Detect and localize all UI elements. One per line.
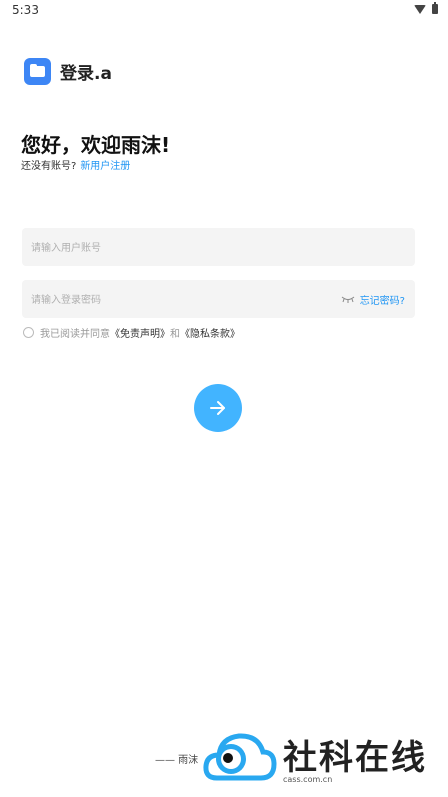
app-header: 登录.a <box>24 58 112 85</box>
login-submit-button[interactable] <box>194 384 242 432</box>
eye-closed-icon[interactable] <box>341 293 355 305</box>
agree-checkbox[interactable] <box>23 327 34 338</box>
agreement-row: 我已阅读并同意 《免责声明》 和 《隐私条款》 <box>23 325 240 340</box>
agreement-prefix: 我已阅读并同意 <box>40 329 110 340</box>
cloud-logo-icon <box>203 733 277 781</box>
arrow-right-icon <box>210 401 225 415</box>
watermark-brand: 社科在线 <box>283 738 427 778</box>
forgot-password-link[interactable]: 忘记密码? <box>360 292 405 307</box>
password-field[interactable]: 忘记密码? <box>22 280 415 320</box>
username-input[interactable] <box>29 228 333 268</box>
battery-icon <box>432 2 438 14</box>
footer-text: —— 雨沫 <box>155 755 199 766</box>
agreement-and: 和 <box>170 329 180 340</box>
status-time: 5:33 <box>12 3 39 17</box>
watermark-logo: 社科在线 cass.com.cn <box>203 728 443 790</box>
wifi-icon <box>414 4 426 14</box>
status-bar: 5:33 <box>0 0 448 22</box>
register-line: 还没有账号? 新用户注册 <box>21 157 130 172</box>
folder-icon <box>24 58 51 85</box>
register-link[interactable]: 新用户注册 <box>80 161 130 172</box>
status-icons <box>414 2 438 14</box>
watermark-site: cass.com.cn <box>283 775 333 784</box>
page-title: 登录.a <box>60 64 112 84</box>
password-input[interactable] <box>29 280 333 320</box>
privacy-link[interactable]: 《隐私条款》 <box>180 325 240 340</box>
disclaimer-link[interactable]: 《免责声明》 <box>110 325 170 340</box>
no-account-text: 还没有账号? <box>21 161 77 172</box>
username-field[interactable] <box>22 228 415 268</box>
greeting-title: 您好，欢迎雨沫! <box>21 133 171 157</box>
